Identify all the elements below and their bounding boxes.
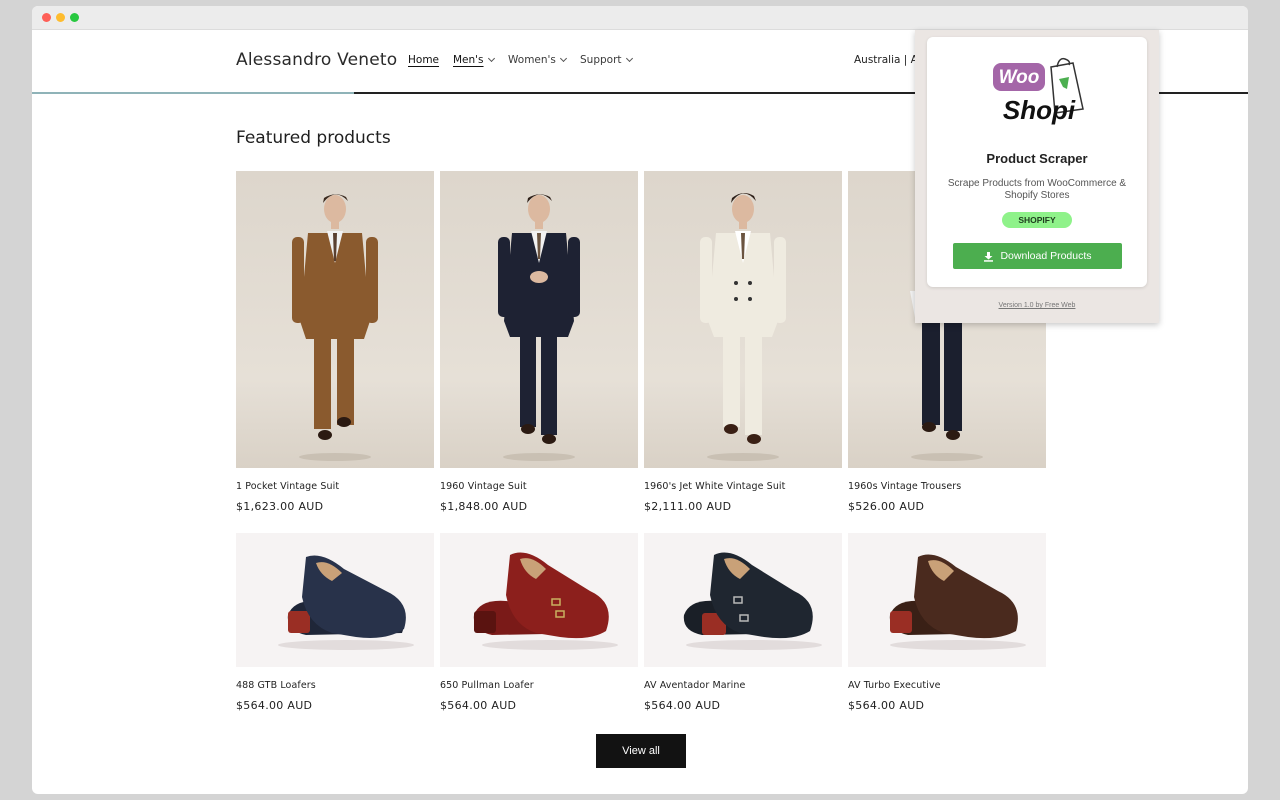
nav-mens[interactable]: Men's [453, 54, 495, 66]
product-card[interactable]: 488 GTB Loafers $564.00 AUD [236, 533, 434, 712]
download-products-button[interactable]: Download Products [953, 243, 1122, 269]
svg-text:Shopi: Shopi [1003, 95, 1076, 125]
suit-figure [498, 194, 580, 461]
nav-mens-label: Men's [453, 54, 484, 66]
product-price: $1,848.00 AUD [440, 500, 528, 513]
close-window-icon[interactable] [42, 13, 51, 22]
product-image[interactable] [440, 533, 638, 667]
product-image[interactable] [644, 171, 842, 468]
section-title: Featured products [236, 128, 391, 148]
minimize-window-icon[interactable] [56, 13, 65, 22]
product-price: $564.00 AUD [848, 699, 925, 712]
product-name[interactable]: 488 GTB Loafers [236, 680, 434, 691]
suit-figure [292, 194, 378, 461]
trouser-left [314, 329, 331, 429]
svg-text:Woo: Woo [999, 67, 1040, 88]
maximize-window-icon[interactable] [70, 13, 79, 22]
platform-badge: SHOPIFY [1002, 212, 1072, 228]
version-link[interactable]: Version 1.0 by Free Web [915, 302, 1159, 309]
product-name[interactable]: 1 Pocket Vintage Suit [236, 481, 434, 492]
product-card[interactable]: 1960's Jet White Vintage Suit $2,111.00 … [644, 171, 842, 513]
shoe-figure [889, 554, 1026, 650]
product-name[interactable]: 1960's Jet White Vintage Suit [644, 481, 842, 492]
product-price: $1,623.00 AUD [236, 500, 324, 513]
product-name[interactable]: AV Turbo Executive [848, 680, 1046, 691]
view-all-button[interactable]: View all [596, 734, 686, 768]
product-price: $526.00 AUD [848, 500, 925, 513]
product-image[interactable] [644, 533, 842, 667]
product-price: $564.00 AUD [236, 699, 313, 712]
shoe-figure [683, 552, 822, 650]
extension-popup: Woo Shopi Product Scraper Scrape Product… [915, 30, 1159, 323]
product-image[interactable] [236, 171, 434, 468]
extension-card: Woo Shopi Product Scraper Scrape Product… [927, 37, 1147, 287]
chevron-down-icon [625, 54, 633, 63]
nav-support[interactable]: Support [580, 54, 633, 66]
store-logo[interactable]: Alessandro Veneto [236, 50, 397, 70]
nav-support-label: Support [580, 54, 622, 66]
chevron-down-icon [559, 54, 567, 63]
extension-description: Scrape Products from WooCommerce & Shopi… [947, 178, 1127, 201]
product-image[interactable] [440, 171, 638, 468]
nav-womens-label: Women's [508, 54, 556, 66]
suit-figure [700, 192, 786, 461]
nav-home[interactable]: Home [408, 54, 439, 66]
chevron-down-icon [487, 54, 495, 63]
shoe-figure [473, 552, 618, 650]
product-card[interactable]: 1 Pocket Vintage Suit $1,623.00 AUD [236, 171, 434, 513]
download-icon [984, 251, 994, 262]
product-name[interactable]: 1960s Vintage Trousers [848, 481, 1046, 492]
window-titlebar [32, 6, 1248, 30]
trouser-right [337, 329, 354, 425]
product-name[interactable]: AV Aventador Marine [644, 680, 842, 691]
product-price: $564.00 AUD [644, 699, 721, 712]
product-price: $564.00 AUD [440, 699, 517, 712]
product-image[interactable] [848, 533, 1046, 667]
download-products-label: Download Products [1000, 250, 1092, 262]
product-card[interactable]: 650 Pullman Loafer $564.00 AUD [440, 533, 638, 712]
header-divider-accent [32, 92, 354, 94]
shoe-figure [278, 555, 414, 650]
nav-womens[interactable]: Women's [508, 54, 567, 66]
nav-home-label: Home [408, 54, 440, 66]
product-name[interactable]: 650 Pullman Loafer [440, 680, 638, 691]
extension-title: Product Scraper [986, 151, 1088, 166]
product-card[interactable]: AV Turbo Executive $564.00 AUD [848, 533, 1046, 712]
product-image[interactable] [236, 533, 434, 667]
product-card[interactable]: AV Aventador Marine $564.00 AUD [644, 533, 842, 712]
wooshopi-logo: Woo Shopi [993, 57, 1084, 125]
product-card[interactable]: 1960 Vintage Suit $1,848.00 AUD [440, 171, 638, 513]
product-price: $2,111.00 AUD [644, 500, 732, 513]
product-name[interactable]: 1960 Vintage Suit [440, 481, 638, 492]
